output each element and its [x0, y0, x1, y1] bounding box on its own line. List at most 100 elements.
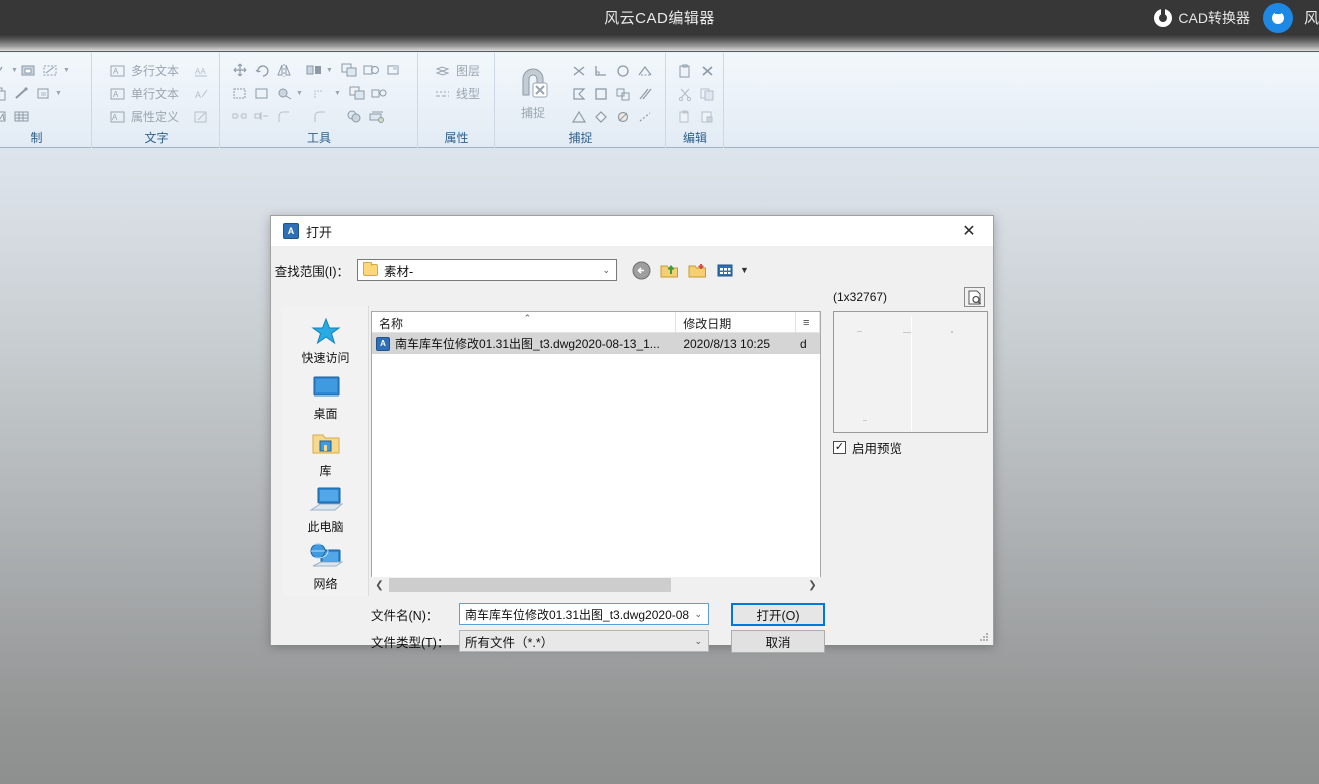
snap-extension-icon[interactable] — [634, 107, 656, 127]
mirror-icon[interactable] — [273, 61, 295, 81]
copy-clip-icon[interactable] — [696, 84, 718, 104]
copy2-icon[interactable] — [347, 84, 369, 104]
copy-object-icon[interactable] — [0, 84, 10, 104]
join-icon[interactable] — [251, 107, 273, 127]
snap-endpoint-icon[interactable] — [590, 84, 612, 104]
file-list[interactable]: 名称 ⌃ 修改日期 ≡ A 南车库车位修改01.31出图_t3.dwg2020-… — [371, 311, 821, 589]
ribbon-item-attribute-define[interactable]: A 属性定义 — [106, 107, 190, 127]
edit-text-icon[interactable] — [190, 107, 212, 127]
chevron-down-icon[interactable]: ▼ — [55, 90, 62, 97]
open-button[interactable]: 打开(O) — [731, 603, 825, 626]
filename-input[interactable]: 南车库车位修改01.31出图_t3.dwg2020-08 ⌄ — [459, 603, 709, 625]
hscroll-track[interactable] — [388, 577, 804, 593]
snap-perpendicular-icon[interactable] — [590, 61, 612, 81]
stretch-icon[interactable] — [251, 84, 273, 104]
app-logo-icon[interactable] — [1263, 3, 1293, 33]
place-item-this-pc[interactable]: 此电脑 — [285, 483, 367, 538]
dialog-body: 查找范围(I)： 素材- ⌄ ▼ — [271, 246, 993, 645]
text-style-icon[interactable]: A — [190, 84, 212, 104]
ribbon-item-multiline-text[interactable]: A 多行文本 — [106, 61, 190, 81]
chamfer-icon[interactable] — [311, 84, 333, 104]
move-icon[interactable] — [229, 61, 251, 81]
cancel-button[interactable]: 取消 — [731, 630, 825, 653]
close-icon[interactable]: ✕ — [949, 217, 989, 246]
chevron-down-icon[interactable]: ▼ — [326, 67, 333, 74]
view-mode-icon[interactable] — [715, 260, 736, 281]
snap-parallel-icon[interactable] — [634, 84, 656, 104]
array-icon[interactable] — [303, 61, 325, 81]
ribbon-item-singleline-text[interactable]: A 单行文本 — [106, 84, 190, 104]
block-insert-icon[interactable] — [18, 61, 40, 81]
place-item-desktop[interactable]: 桌面 — [285, 370, 367, 425]
snap-tangent-icon[interactable] — [634, 61, 656, 81]
snap-toggle-button[interactable]: 捕捉 — [508, 61, 558, 121]
chevron-down-icon[interactable]: ▼ — [63, 67, 70, 74]
trim-icon[interactable] — [383, 61, 405, 81]
arc-chamfer-icon[interactable] — [309, 107, 331, 127]
ribbon-item-linetype[interactable]: 线型 — [431, 84, 480, 104]
chevron-down-icon[interactable]: ▼ — [334, 90, 341, 97]
enable-preview-checkbox[interactable]: ✓ 启用预览 — [833, 438, 902, 457]
chevron-down-icon[interactable]: ▼ — [296, 90, 303, 97]
snap-quadrant-icon[interactable] — [590, 107, 612, 127]
cad-converter-button[interactable]: CAD转换器 — [1154, 8, 1250, 28]
chevron-down-icon[interactable]: ⌄ — [602, 265, 614, 276]
hscroll-thumb[interactable] — [389, 578, 671, 592]
file-list-hscrollbar[interactable]: ❮ ❯ — [371, 577, 821, 593]
text-align-icon[interactable]: AA — [190, 61, 212, 81]
snap-nearest-icon[interactable] — [612, 107, 634, 127]
arc-fillet-icon[interactable] — [273, 107, 295, 127]
chevron-down-icon[interactable]: ⌄ — [694, 636, 706, 647]
offset-icon[interactable] — [361, 61, 383, 81]
table-row[interactable]: A 南车库车位修改01.31出图_t3.dwg2020-08-13_1... 2… — [372, 333, 820, 354]
image-icon[interactable] — [0, 107, 10, 127]
place-item-library[interactable]: 库 — [285, 427, 367, 482]
snap-center-icon[interactable] — [612, 61, 634, 81]
fillet-icon[interactable] — [273, 84, 295, 104]
chevron-left-icon[interactable]: ❮ — [371, 580, 388, 591]
preview-zoom-icon[interactable] — [964, 287, 985, 307]
rotate-icon[interactable] — [251, 61, 273, 81]
place-item-quick-access[interactable]: 快速访问 — [285, 314, 367, 369]
filetype-select[interactable]: 所有文件（*.*） ⌄ — [459, 630, 709, 652]
view-dropdown-icon[interactable]: ▼ — [740, 265, 749, 275]
ribbon-row — [674, 82, 717, 105]
explode-icon[interactable] — [369, 84, 391, 104]
union-icon[interactable] — [343, 107, 365, 127]
chevron-down-icon[interactable]: ⌄ — [694, 609, 706, 620]
polyline-icon[interactable] — [0, 61, 10, 81]
back-icon[interactable] — [631, 260, 652, 281]
group-icon[interactable] — [365, 107, 387, 127]
chevron-down-icon[interactable]: ▼ — [11, 67, 18, 74]
paste-block-icon[interactable] — [696, 107, 718, 127]
new-folder-icon[interactable] — [687, 260, 708, 281]
delete-icon[interactable] — [696, 61, 718, 81]
cut-icon[interactable] — [674, 84, 696, 104]
region-icon[interactable] — [32, 84, 54, 104]
this-pc-icon — [309, 483, 343, 517]
paste-icon[interactable] — [674, 61, 696, 81]
resize-grip-icon[interactable] — [978, 630, 990, 642]
chevron-right-icon[interactable]: ❯ — [804, 580, 821, 591]
pencil-icon[interactable] — [10, 84, 32, 104]
table-icon[interactable] — [10, 107, 32, 127]
preview-mark — [951, 331, 953, 333]
ribbon-item-layers[interactable]: 图层 — [431, 61, 480, 81]
snap-intersection-icon[interactable] — [568, 61, 590, 81]
column-header-date[interactable]: 修改日期 — [676, 312, 796, 332]
copy-icon[interactable] — [339, 61, 361, 81]
snap-node-icon[interactable] — [568, 107, 590, 127]
desktop-icon — [310, 370, 342, 404]
up-folder-icon[interactable] — [659, 260, 680, 281]
column-header-name[interactable]: 名称 ⌃ — [372, 312, 676, 332]
column-header-extra[interactable]: ≡ — [796, 312, 820, 332]
linetype-icon — [431, 84, 453, 104]
look-in-combobox[interactable]: 素材- ⌄ — [357, 259, 617, 281]
hatch-icon[interactable] — [40, 61, 62, 81]
snap-midpoint-icon[interactable] — [568, 84, 590, 104]
copy-base-icon[interactable] — [674, 107, 696, 127]
snap-insert-icon[interactable] — [612, 84, 634, 104]
break-icon[interactable] — [229, 107, 251, 127]
place-item-network[interactable]: 网络 — [285, 540, 367, 595]
scale-icon[interactable] — [229, 84, 251, 104]
